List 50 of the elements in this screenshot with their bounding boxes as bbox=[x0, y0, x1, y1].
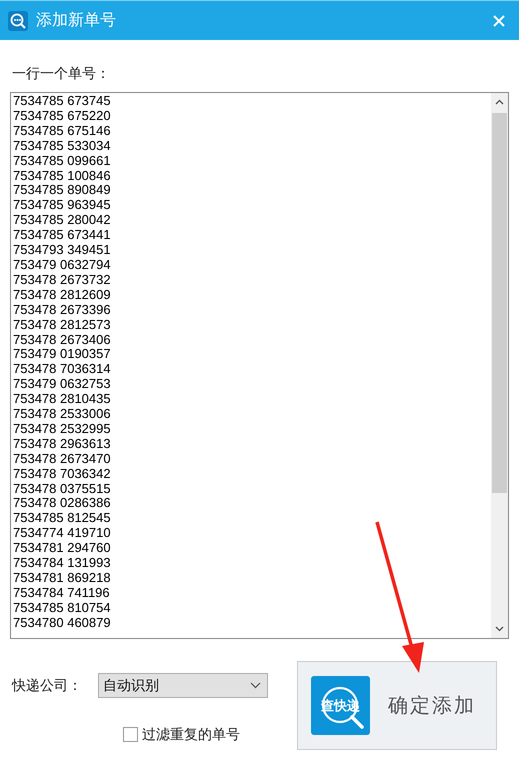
scroll-down-icon[interactable] bbox=[495, 626, 504, 632]
tracking-number: 7534781 294760 bbox=[13, 541, 111, 556]
tracking-number: 753478 7036314 bbox=[13, 362, 111, 378]
tracking-number: 7534785 673441 bbox=[13, 228, 111, 244]
tracking-number: 753479 0632794 bbox=[13, 258, 111, 273]
prompt-label: 一行一个单号： bbox=[12, 65, 110, 81]
tracking-number: 7534785 099661 bbox=[13, 154, 111, 169]
tracking-number: 7534785 675146 bbox=[13, 124, 111, 139]
courier-label: 快递公司： bbox=[12, 676, 83, 695]
tracking-number: 753478 2532995 bbox=[13, 422, 111, 437]
scrollbar[interactable] bbox=[491, 93, 508, 638]
tracking-number: 7534774 419710 bbox=[13, 526, 111, 542]
tracking-number: 753479 0632753 bbox=[13, 377, 111, 392]
close-icon bbox=[493, 14, 505, 26]
tracking-number: 753478 2963613 bbox=[13, 436, 111, 452]
chevron-down-icon bbox=[250, 682, 261, 689]
tracking-number: 7534784 741196 bbox=[13, 586, 110, 601]
magnifier-icon bbox=[8, 10, 28, 30]
tracking-number: 753478 0375515 bbox=[13, 482, 111, 496]
tracking-number: 7534784 131993 bbox=[13, 556, 111, 571]
checkbox[interactable] bbox=[123, 727, 138, 742]
checkbox-label: 过滤重复的单号 bbox=[142, 725, 240, 744]
tracking-number: 753478 2673406 bbox=[13, 332, 111, 348]
tracking-number: 753478 2673732 bbox=[13, 272, 111, 288]
courier-dropdown[interactable]: 自动识别 bbox=[98, 673, 268, 698]
scrollbar-thumb[interactable] bbox=[492, 113, 507, 493]
tracking-number: 7534785 810754 bbox=[13, 600, 111, 616]
tracking-number: 7534785 890849 bbox=[13, 183, 111, 198]
tracking-number: 753478 2673470 bbox=[13, 452, 111, 467]
text-area[interactable] bbox=[10, 92, 509, 639]
tracking-number: 7534781 869218 bbox=[13, 571, 111, 586]
tracking-number: 7534793 349451 bbox=[13, 243, 111, 258]
tracking-number: 7534785 280042 bbox=[13, 213, 111, 228]
tracking-number: 7534785 675220 bbox=[13, 108, 111, 124]
tracking-number: 7534785 100846 bbox=[13, 168, 111, 184]
scroll-up-icon[interactable] bbox=[495, 99, 504, 105]
tracking-number: 753478 2673396 bbox=[13, 302, 111, 318]
tracking-number: 7534780 460879 bbox=[13, 616, 111, 631]
tracking-number: 753478 0286386 bbox=[13, 496, 111, 512]
tracking-number: 753479 0190357 bbox=[13, 347, 111, 362]
tracking-number: 7534785 533034 bbox=[13, 138, 111, 154]
tracking-number: 753478 7036342 bbox=[13, 466, 111, 482]
tracking-number: 753478 2812573 bbox=[13, 318, 111, 332]
tracking-number: 753478 2533006 bbox=[13, 407, 111, 422]
window-title: 添加新单号 bbox=[36, 10, 116, 30]
tracking-number: 7534785 673745 bbox=[13, 94, 111, 109]
tracking-number: 7534785 963945 bbox=[13, 198, 111, 214]
tracking-number: 753478 2812609 bbox=[13, 288, 111, 303]
tracking-number: 7534785 812545 bbox=[13, 511, 111, 526]
tracking-number: 753478 2810435 bbox=[13, 392, 111, 408]
